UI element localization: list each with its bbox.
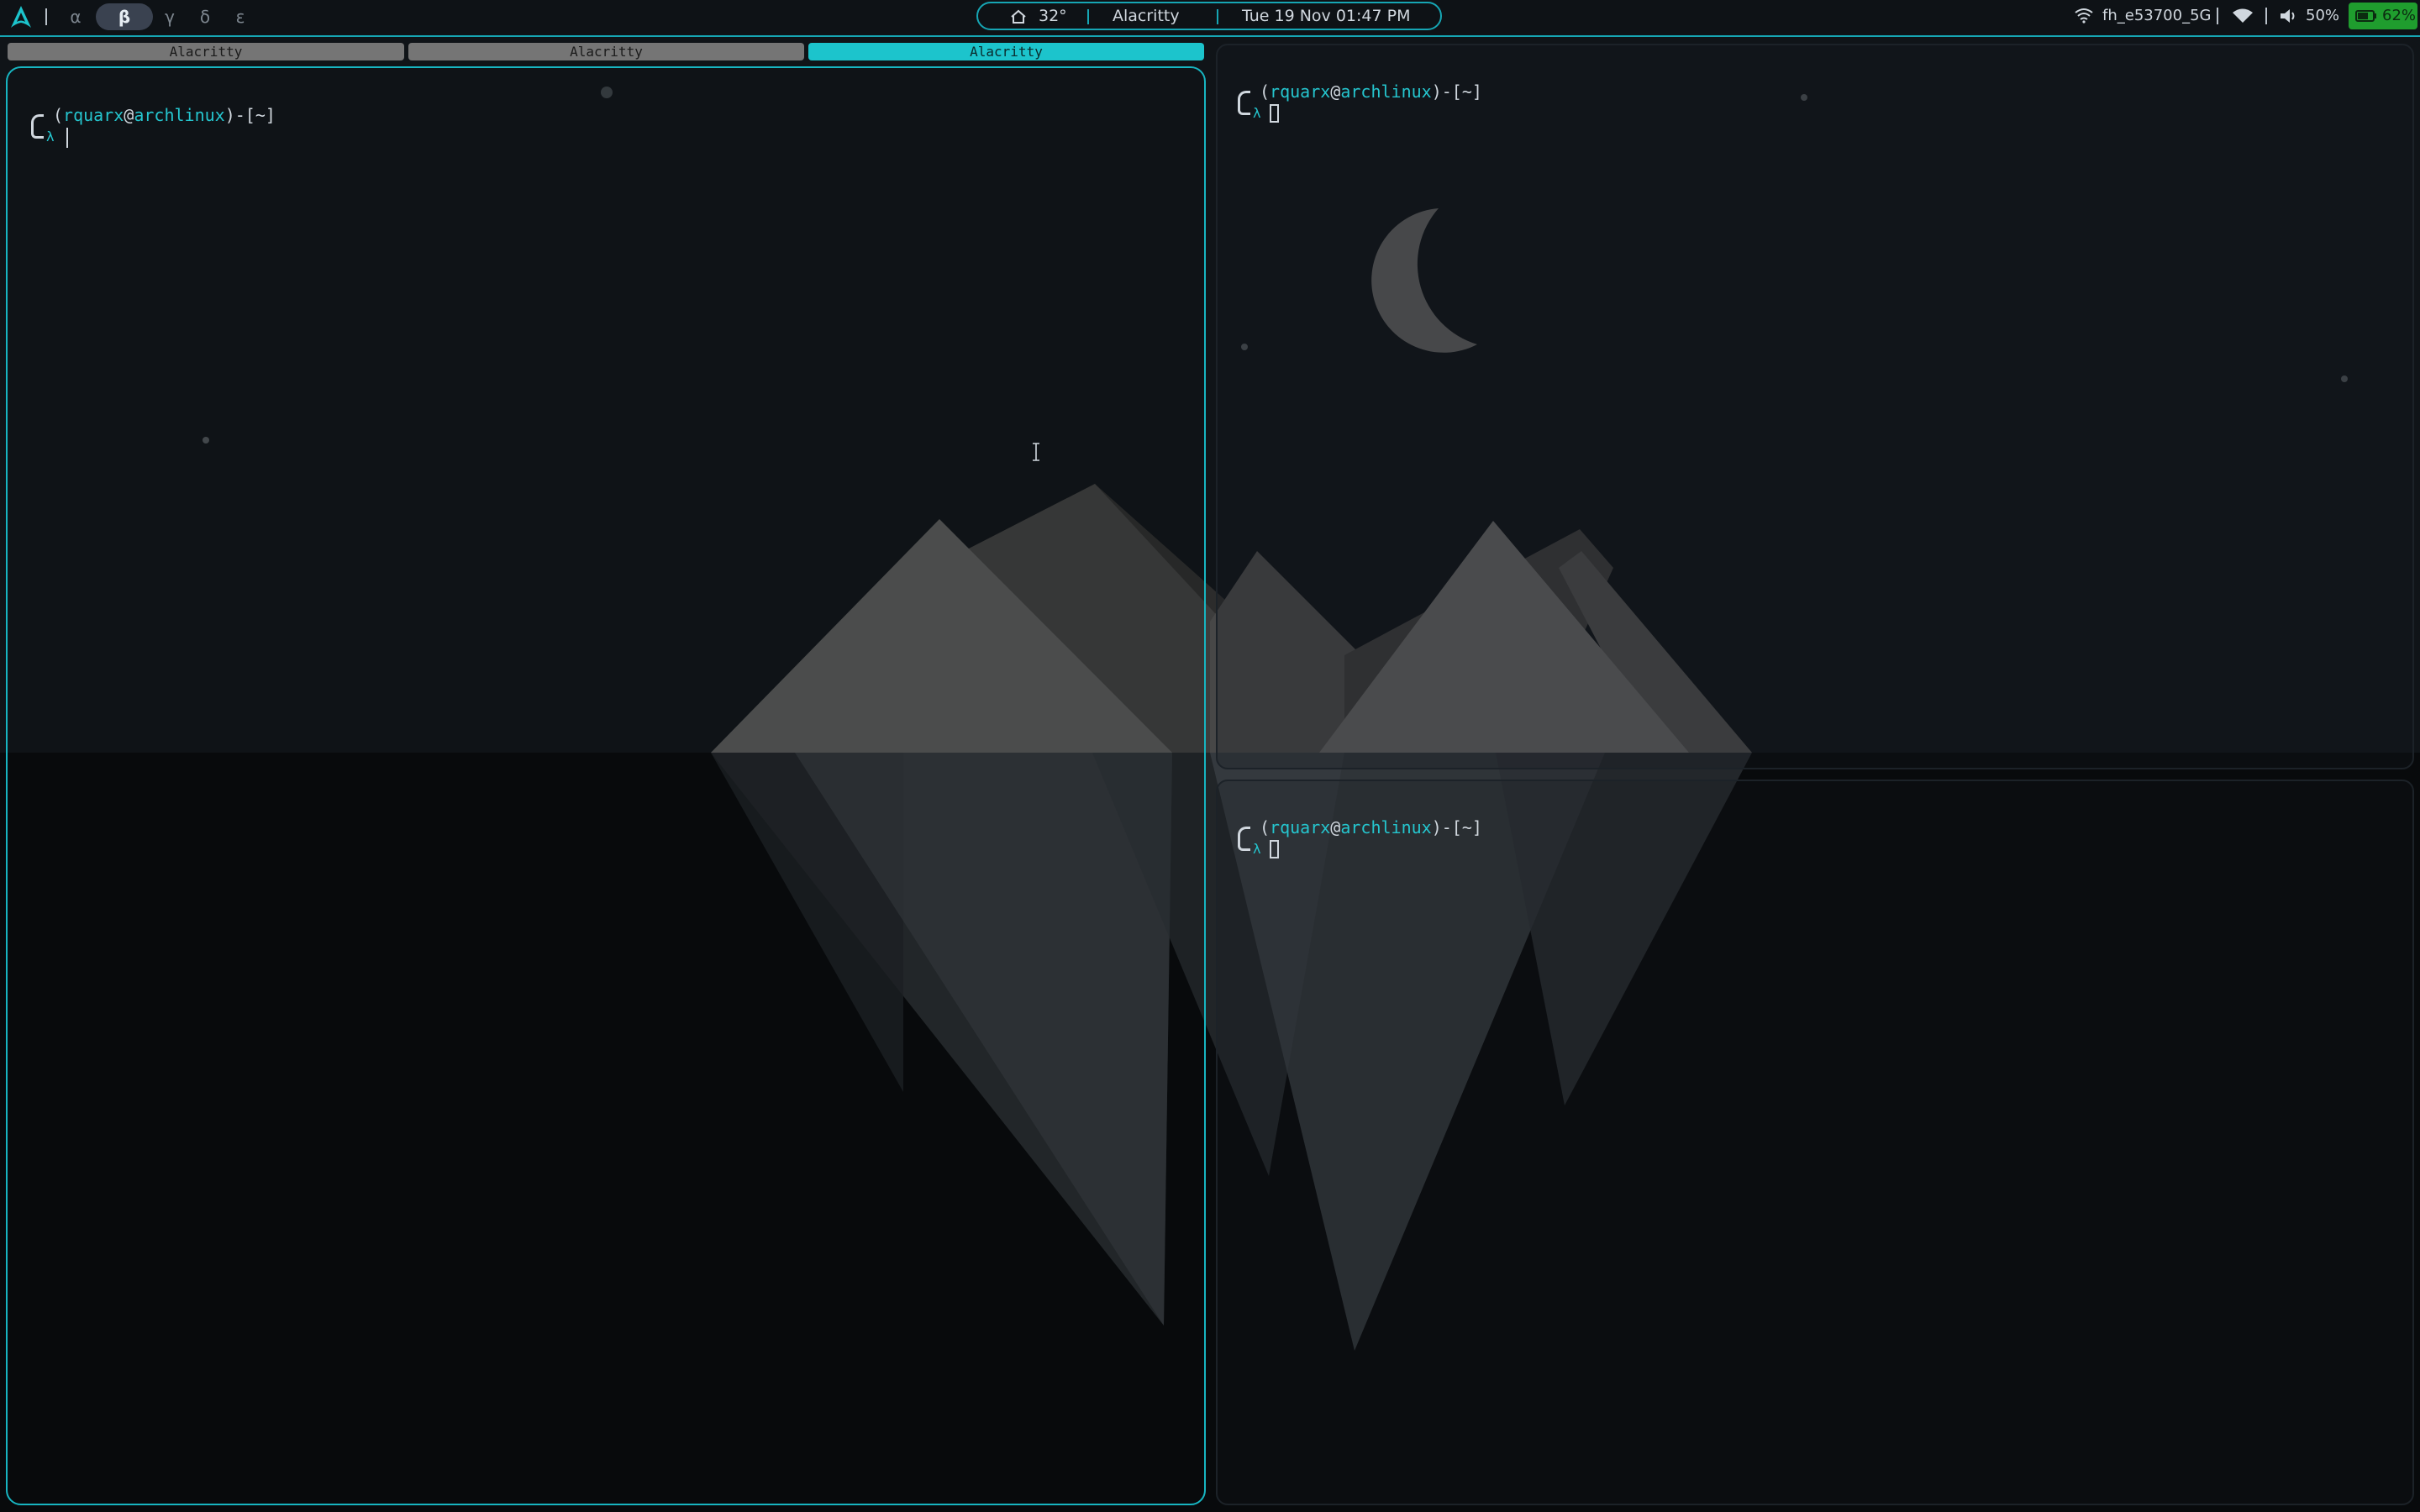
prompt-at: @: [124, 105, 134, 125]
wifi-icon[interactable]: [2074, 7, 2094, 24]
prompt-user: rquarx: [1270, 81, 1331, 102]
volume-level[interactable]: 50%: [2306, 0, 2339, 32]
terminal-cursor: [1270, 840, 1279, 858]
active-window-title: Alacritty: [1113, 7, 1180, 25]
home-icon: [1011, 9, 1026, 24]
workspace-epsilon[interactable]: ε: [230, 3, 250, 30]
terminal-top-right[interactable]: (rquarx@archlinux)-[~] λ: [1216, 44, 2414, 769]
battery-indicator[interactable]: 62%: [2349, 3, 2417, 29]
prompt-bracket-bottom: [1238, 837, 1250, 851]
terminal-cursor: [66, 128, 68, 148]
center-status-pill: 32° Alacritty Tue 19 Nov 01:47 PM: [976, 2, 1442, 30]
prompt-line: (rquarx@archlinux)-[~]: [1260, 817, 1482, 837]
prompt-lambda: λ: [1253, 105, 1261, 121]
prompt-bracket-bottom: [1238, 101, 1250, 115]
prompt-host: archlinux: [134, 105, 225, 125]
workspace-beta[interactable]: β: [96, 3, 153, 30]
prompt-bracket-bottom: [31, 124, 44, 139]
prompt-user: rquarx: [1270, 817, 1331, 837]
network-name[interactable]: fh_e53700_5G: [2102, 0, 2211, 32]
prompt-lambda: λ: [46, 129, 55, 144]
prompt-at: @: [1330, 81, 1341, 102]
prompt-host: archlinux: [1340, 81, 1432, 102]
bar-separator: [45, 8, 47, 25]
bar-separator: [2217, 8, 2218, 24]
speaker-icon[interactable]: [2279, 8, 2297, 24]
prompt-at: @: [1330, 817, 1341, 837]
mouse-ibeam-cursor-icon: [1033, 443, 1039, 461]
desktop: α β γ δ ε 32° Alacritty Tue 19 Nov 01:47…: [0, 0, 2420, 1512]
prompt-line: (rquarx@archlinux)-[~]: [53, 105, 276, 125]
workspace-alpha[interactable]: α: [64, 3, 87, 30]
prompt-user: rquarx: [63, 105, 124, 125]
workspace-delta[interactable]: δ: [195, 3, 215, 30]
tab-alacritty-3[interactable]: Alacritty: [808, 43, 1204, 60]
top-bar: α β γ δ ε 32° Alacritty Tue 19 Nov 01:47…: [0, 0, 2420, 37]
terminal-cursor: [1270, 104, 1279, 123]
prompt-dir: ~: [255, 105, 266, 125]
workspace-gamma[interactable]: γ: [160, 3, 180, 30]
bar-separator: [2265, 8, 2267, 24]
terminal-left[interactable]: (rquarx@archlinux)-[~] λ: [6, 66, 1206, 1505]
clock-datetime[interactable]: Tue 19 Nov 01:47 PM: [1242, 3, 1410, 29]
battery-icon: [2355, 10, 2376, 22]
battery-level: 62%: [2382, 7, 2417, 24]
pill-separator: [1217, 9, 1218, 24]
prompt-line: (rquarx@archlinux)-[~]: [1260, 81, 1482, 102]
prompt-host: archlinux: [1340, 817, 1432, 837]
prompt-dir: ~: [1461, 81, 1472, 102]
tab-alacritty-2[interactable]: Alacritty: [408, 43, 804, 60]
wifi-signal-icon[interactable]: [2232, 8, 2254, 24]
prompt-dir: ~: [1461, 817, 1472, 837]
weather-temperature: 32°: [1039, 7, 1067, 25]
prompt-lambda: λ: [1253, 841, 1261, 857]
pill-separator: [1087, 9, 1089, 24]
terminal-bottom-right[interactable]: (rquarx@archlinux)-[~] λ: [1216, 780, 2414, 1505]
arch-linux-logo-icon[interactable]: [10, 5, 32, 29]
tab-alacritty-1[interactable]: Alacritty: [8, 43, 404, 60]
